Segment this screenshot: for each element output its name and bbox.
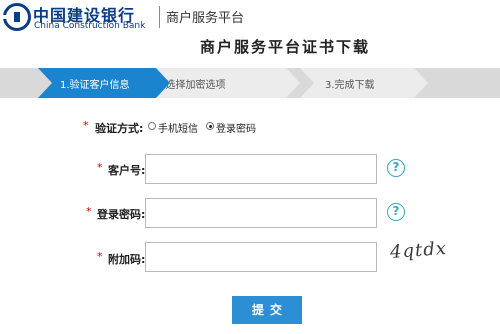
step-1-label: 1.验证客户信息 [60, 80, 130, 91]
extra-code-input[interactable] [145, 242, 377, 272]
help-icon[interactable]: ? [387, 203, 405, 221]
submit-button[interactable]: 提交 [232, 296, 302, 324]
platform-name: 商户服务平台 [166, 11, 245, 26]
header-divider [159, 6, 160, 28]
customer-id-label: 客户号: [108, 164, 146, 177]
required-mark: * [97, 161, 103, 174]
radio-sms[interactable] [148, 122, 156, 130]
required-mark: * [83, 119, 89, 132]
step-1-active: 1.验证客户信息 [0, 68, 500, 98]
ccb-logo-icon [3, 3, 31, 31]
captcha-text: 4qtdx [389, 238, 448, 263]
brand-name-en: China Construction Bank [34, 21, 146, 31]
captcha-image[interactable]: 4qtdx [386, 238, 448, 266]
radio-login-password[interactable] [206, 122, 214, 130]
page-title: 商户服务平台证书下载 [199, 38, 370, 56]
radio-login-password-label[interactable]: 登录密码 [216, 120, 256, 135]
login-password-label: 登录密码: [97, 208, 146, 221]
help-icon[interactable]: ? [387, 159, 405, 177]
header: 中国建设银行 China Construction Bank 商户服务平台 [0, 0, 500, 34]
required-mark: * [97, 250, 103, 263]
extra-code-label: 附加码: [108, 253, 146, 266]
login-password-input[interactable] [145, 198, 377, 228]
customer-id-input[interactable] [145, 154, 377, 184]
radio-sms-label[interactable]: 手机短信 [158, 120, 198, 135]
required-mark: * [86, 205, 92, 218]
progress-steps: 3.完成下载 2.选择加密选项 1.验证客户信息 [0, 68, 500, 98]
verify-method-label: 验证方式: [95, 122, 144, 135]
